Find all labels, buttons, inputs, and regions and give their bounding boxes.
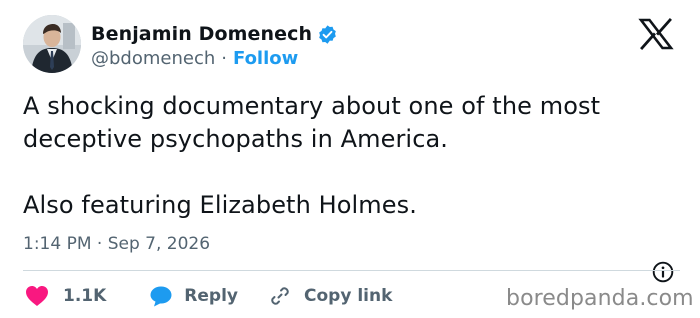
author-handle[interactable]: @bdomenech — [91, 48, 215, 70]
info-icon[interactable] — [652, 261, 674, 283]
reply-bubble-icon — [149, 285, 173, 307]
reply-button[interactable]: Reply — [149, 285, 238, 307]
tweet-timestamp[interactable]: 1:14 PM · Sep 7, 2026 — [23, 233, 210, 255]
verified-badge-icon — [317, 24, 338, 45]
author-name-row: Benjamin Domenech — [91, 22, 338, 46]
x-logo-icon[interactable] — [637, 18, 675, 50]
copy-link-label: Copy link — [304, 286, 393, 306]
like-count: 1.1K — [63, 286, 107, 306]
follow-button[interactable]: Follow — [233, 48, 298, 70]
watermark: boredpanda.com — [506, 286, 694, 311]
tweet-text: A shocking documentary about one of the … — [23, 92, 601, 219]
copy-link-button[interactable]: Copy link — [268, 284, 392, 308]
heart-icon — [25, 285, 49, 307]
like-button[interactable]: 1.1K — [25, 285, 106, 307]
author-name[interactable]: Benjamin Domenech — [91, 22, 312, 46]
divider — [23, 270, 680, 271]
tweet-actions: 1.1K Reply Copy link — [25, 284, 392, 308]
author-handle-row: @bdomenech · Follow — [91, 48, 298, 70]
reply-label: Reply — [184, 286, 238, 306]
avatar[interactable] — [23, 15, 81, 73]
link-icon — [268, 284, 292, 308]
handle-separator: · — [221, 48, 227, 69]
